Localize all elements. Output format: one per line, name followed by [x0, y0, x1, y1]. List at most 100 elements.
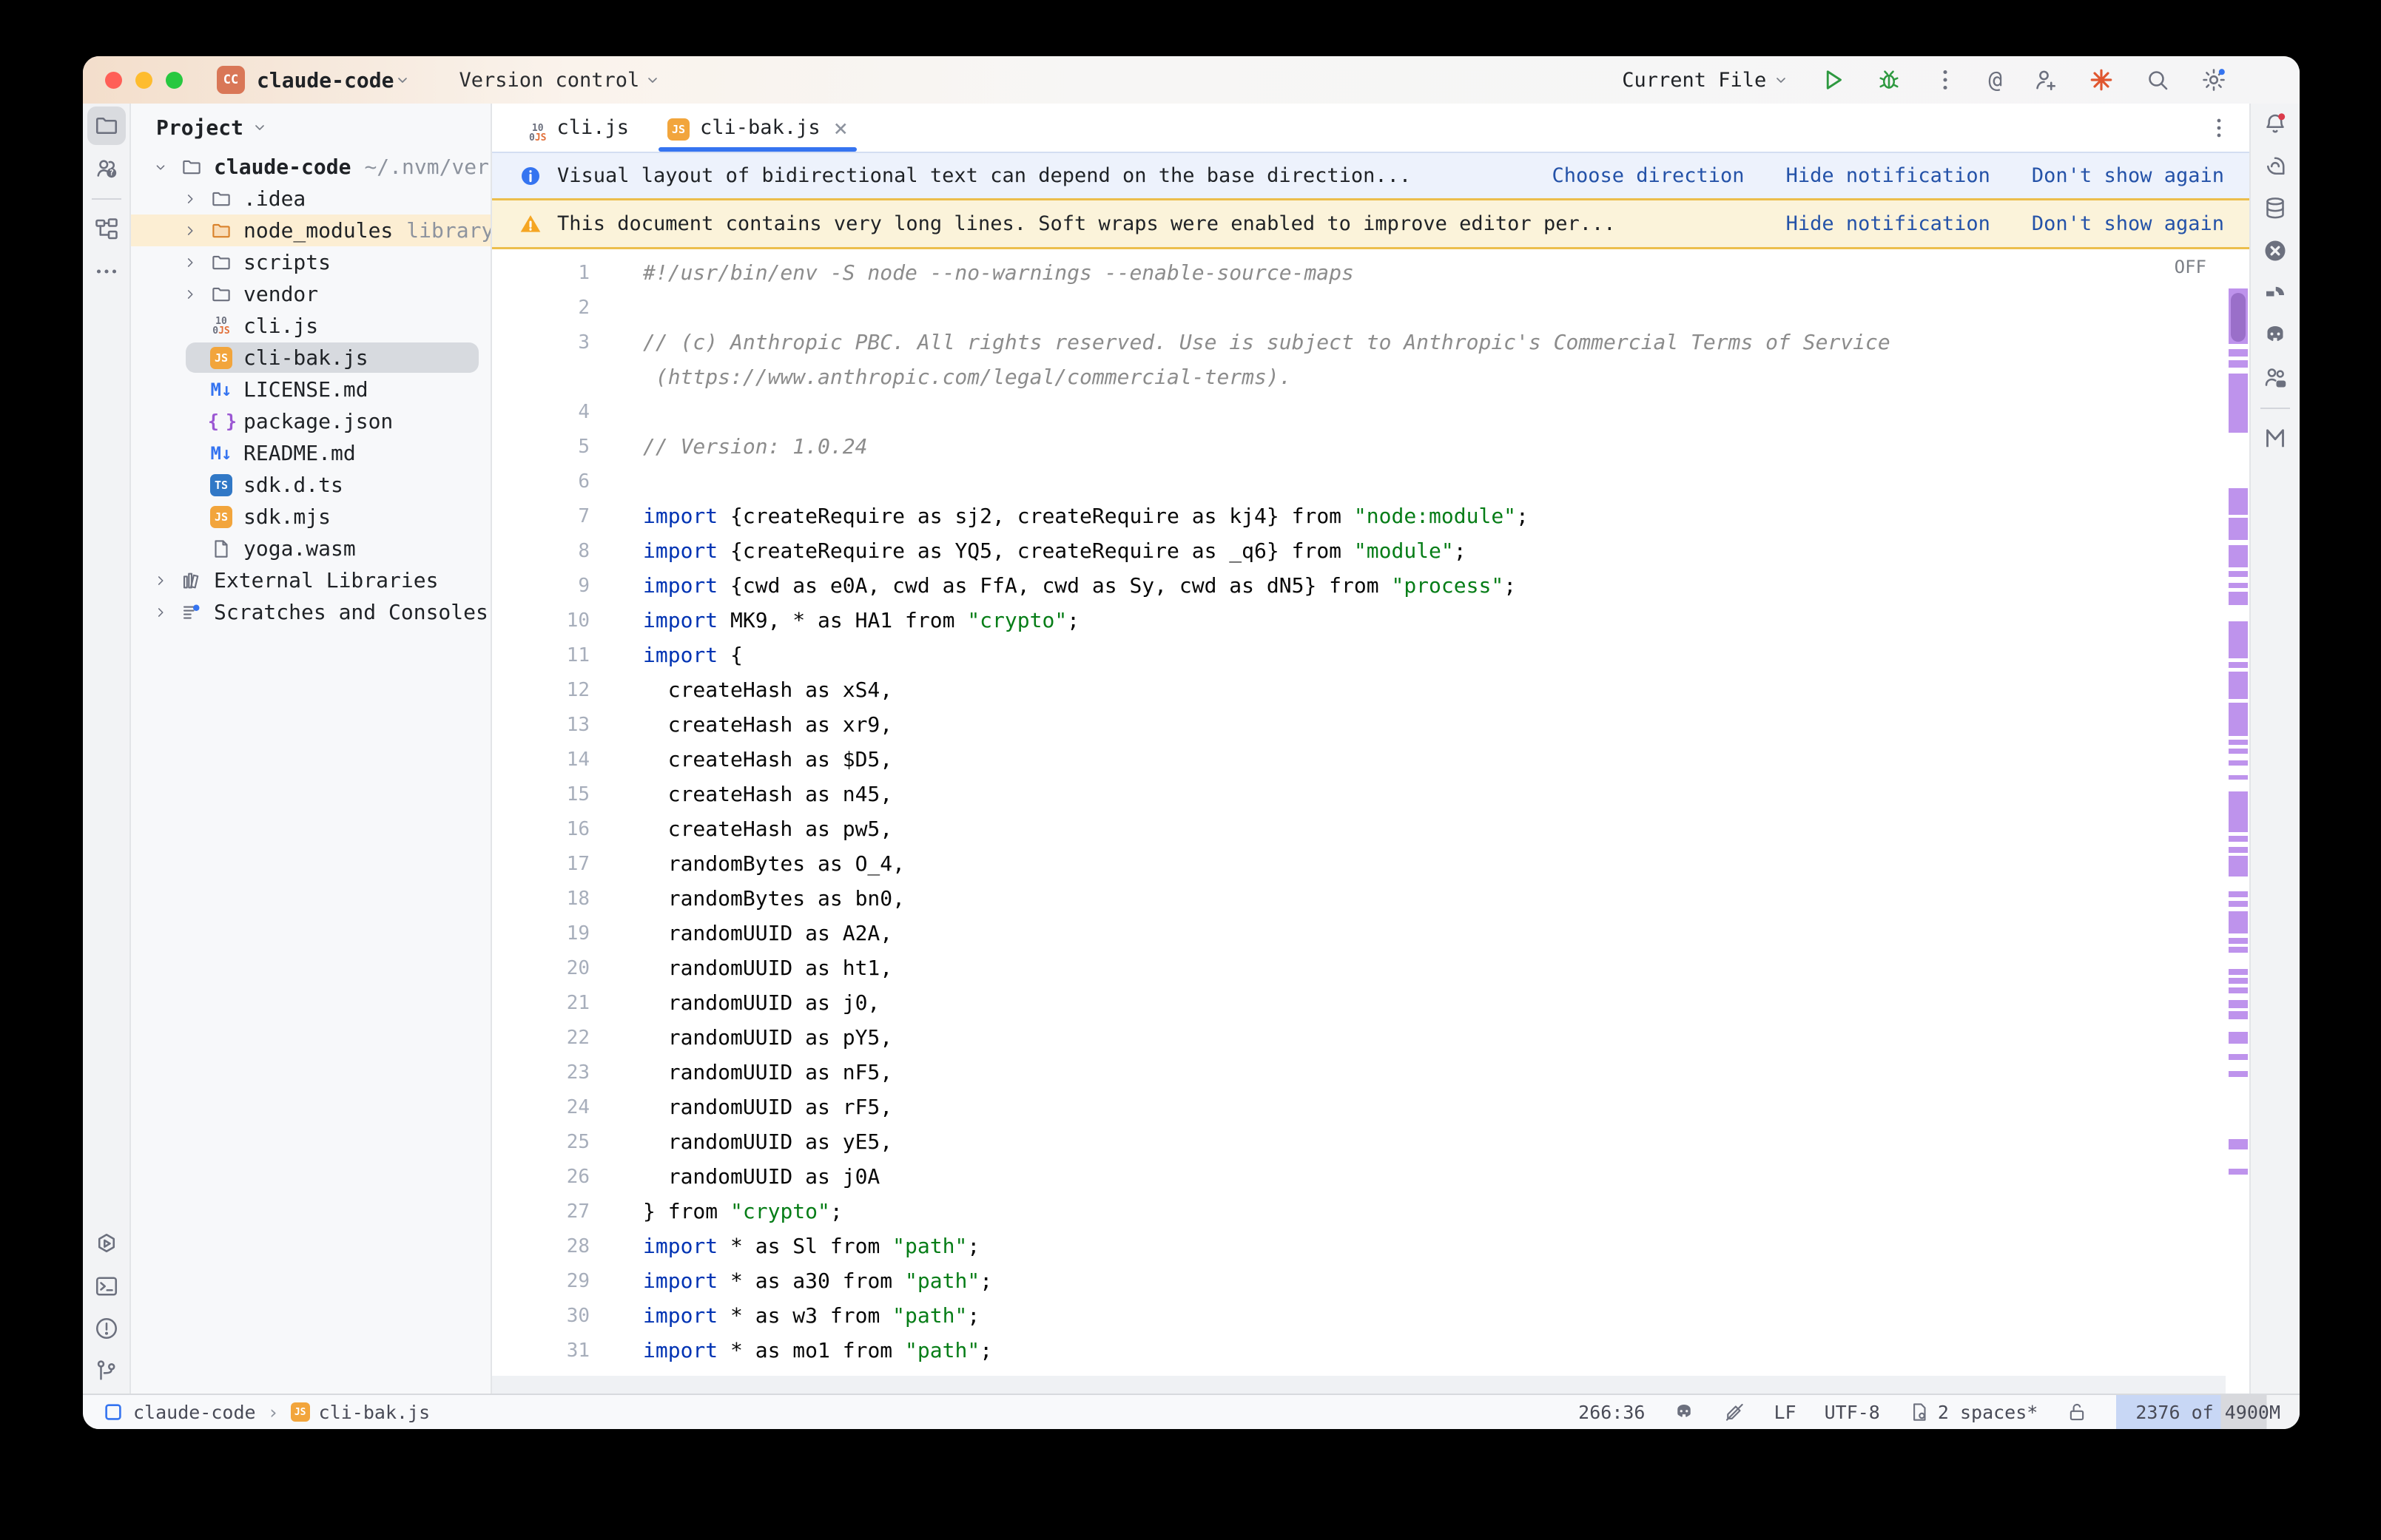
line-separator-widget[interactable]: LF: [1774, 1402, 1796, 1423]
git-branch-icon[interactable]: [87, 1351, 126, 1390]
chevron-down-icon[interactable]: [146, 159, 175, 175]
tree-item-claude-code[interactable]: claude-code~/.nvm/vers: [131, 151, 491, 183]
highlighting-off-icon[interactable]: [1723, 1401, 1745, 1423]
tree-item-cli-bak-js[interactable]: JScli-bak.js: [131, 342, 491, 374]
lock-open-icon[interactable]: [2066, 1401, 2088, 1423]
tree-item-license-md[interactable]: M↓LICENSE.md: [131, 374, 491, 405]
code-editor[interactable]: OFF 1#!/usr/bin/env -S node --no-warning…: [492, 249, 2249, 1394]
tree-item-label: cli-bak.js: [243, 345, 368, 370]
caret-position[interactable]: 266:36: [1578, 1402, 1645, 1423]
notifications-icon[interactable]: [2256, 105, 2294, 143]
mentions-icon[interactable]: @: [1988, 69, 2002, 92]
code-text: randomUUID as pY5,: [643, 1025, 892, 1050]
ai-assistant-icon[interactable]: [2256, 147, 2294, 186]
tree-item-external-libraries[interactable]: External Libraries: [131, 564, 491, 596]
line-number: 7: [492, 505, 590, 527]
close-tab-icon[interactable]: ×: [834, 116, 848, 140]
project-widget[interactable]: claude-code: [257, 68, 394, 92]
database-icon[interactable]: [2256, 189, 2294, 228]
line-number: 3: [492, 331, 590, 354]
ts-icon: TS: [205, 474, 238, 496]
code-text: import * as a30 from "path";: [643, 1269, 992, 1293]
line-number: 30: [492, 1305, 590, 1327]
hide-notification-link[interactable]: Hide notification: [1786, 212, 1990, 235]
copilot-icon[interactable]: [2256, 316, 2294, 354]
tree-item-cli-js[interactable]: 100JScli.js: [131, 310, 491, 342]
vcs-widget[interactable]: Version control: [459, 69, 661, 92]
choose-direction-link[interactable]: Choose direction: [1552, 164, 1744, 187]
project-icon[interactable]: [87, 107, 126, 145]
line-number: 14: [492, 749, 590, 771]
dont-show-again-link[interactable]: Don't show again: [2032, 164, 2224, 187]
chevron-right-icon[interactable]: [175, 286, 205, 303]
run-icon[interactable]: [1819, 67, 1846, 93]
tree-item-scratches-and-consoles[interactable]: Scratches and Consoles: [131, 596, 491, 628]
more-v-icon[interactable]: [1932, 67, 1959, 93]
tree-item--idea[interactable]: .idea: [131, 183, 491, 215]
tree-item-scripts[interactable]: scripts: [131, 246, 491, 278]
memory-indicator[interactable]: 2376 of 4900M: [2116, 1395, 2300, 1429]
structure-icon[interactable]: [87, 210, 126, 249]
chevron-right-icon[interactable]: [175, 254, 205, 271]
run-configuration-selector[interactable]: Current File: [1622, 69, 1790, 92]
chevron-down-icon[interactable]: [251, 118, 269, 136]
tab-cli-bak-js[interactable]: JS cli-bak.js ×: [648, 104, 867, 152]
tree-item-label: vendor: [243, 282, 318, 306]
indent-widget[interactable]: 2 spaces*: [1908, 1401, 2038, 1423]
tree-item-sdk-mjs[interactable]: JSsdk.mjs: [131, 501, 491, 533]
new-user-icon[interactable]: [2032, 67, 2058, 93]
tree-item-readme-md[interactable]: M↓README.md: [131, 437, 491, 469]
banner-message: Visual layout of bidirectional text can …: [557, 164, 1411, 187]
scrollbar-thumb[interactable]: [2231, 293, 2246, 342]
line-number: 9: [492, 575, 590, 597]
editor-tab-bar: 100JS cli.js JS cli-bak.js ×: [492, 104, 2249, 152]
code-with-me-icon[interactable]: [2256, 358, 2294, 396]
breadcrumb-file[interactable]: cli-bak.js: [319, 1402, 431, 1423]
code-line: 23 randomUUID as nF5,: [492, 1055, 2249, 1090]
right-tool-strip: [2249, 104, 2300, 1394]
ai-spark-icon[interactable]: [2088, 67, 2115, 93]
folder-icon: [205, 188, 238, 210]
tree-item-node-modules[interactable]: node_moduleslibrary: [131, 215, 491, 246]
tree-item-yoga-wasm[interactable]: yoga.wasm: [131, 533, 491, 564]
project-panel-title: Project: [156, 115, 243, 140]
tree-item-sdk-d-ts[interactable]: TSsdk.d.ts: [131, 469, 491, 501]
code-line: 8import {createRequire as YQ5, createReq…: [492, 533, 2249, 568]
highlighting-status[interactable]: OFF: [2175, 257, 2206, 277]
search-icon[interactable]: [2144, 67, 2171, 93]
plugin-icon[interactable]: [2256, 274, 2294, 312]
problems-icon[interactable]: [87, 1309, 126, 1348]
dont-show-again-link[interactable]: Don't show again: [2032, 212, 2224, 235]
line-number: 31: [492, 1340, 590, 1362]
users-help-icon[interactable]: ?: [87, 149, 126, 187]
close-window-button[interactable]: [105, 72, 122, 89]
tab-cli-js[interactable]: 100JS cli.js: [510, 104, 648, 152]
minimize-window-button[interactable]: [135, 72, 152, 89]
services-icon[interactable]: [87, 1225, 126, 1263]
tree-item-package-json[interactable]: { }package.json: [131, 405, 491, 437]
tree-item-label: sdk.d.ts: [243, 473, 343, 497]
settings-icon[interactable]: [2200, 67, 2227, 93]
x-circle-icon[interactable]: [2256, 232, 2294, 270]
chevron-right-icon[interactable]: [146, 604, 175, 621]
code-text: import {cwd as e0A, cwd as FfA, cwd as S…: [643, 573, 1516, 598]
zoom-window-button[interactable]: [166, 72, 183, 89]
line-number: 17: [492, 853, 590, 875]
encoding-widget[interactable]: UTF-8: [1825, 1402, 1880, 1423]
horizontal-scrollbar[interactable]: [492, 1376, 2226, 1394]
chevron-right-icon[interactable]: [146, 573, 175, 589]
terminal-icon[interactable]: [87, 1267, 126, 1306]
editor-scrollbar[interactable]: [2227, 249, 2249, 1394]
chevron-right-icon[interactable]: [175, 191, 205, 207]
m-plugin-icon[interactable]: [2256, 419, 2294, 458]
scrollbar-change-mark: [2229, 969, 2248, 975]
breadcrumb-project[interactable]: claude-code: [133, 1402, 256, 1423]
more-icon[interactable]: [87, 252, 126, 291]
tree-item-vendor[interactable]: vendor: [131, 278, 491, 310]
debug-icon[interactable]: [1876, 67, 1902, 93]
scrollbar-change-mark: [2229, 1000, 2248, 1008]
hide-notification-link[interactable]: Hide notification: [1786, 164, 1990, 187]
copilot-status-icon[interactable]: [1673, 1401, 1695, 1423]
tab-options-icon[interactable]: [2206, 115, 2249, 141]
chevron-right-icon[interactable]: [175, 223, 205, 239]
